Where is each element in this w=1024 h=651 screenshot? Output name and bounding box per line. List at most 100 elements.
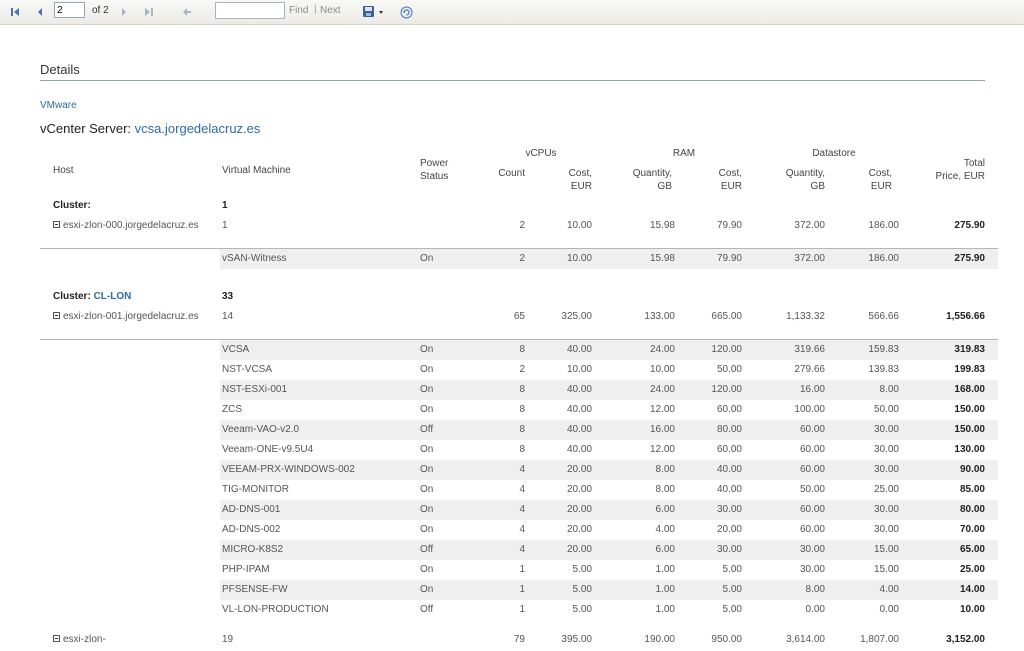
vm-name: MICRO-K8S2 (222, 544, 284, 555)
host-vm-count: 19 (222, 634, 234, 645)
next-page-icon[interactable] (117, 0, 131, 24)
vm-total: 80.00 (959, 504, 985, 515)
host-ds-cost: 566.66 (868, 311, 899, 322)
host-ds-cost: 186.00 (868, 220, 899, 231)
report-toolbar: of 2 Find | Next (0, 0, 1024, 25)
vcenter-link[interactable]: vcsa.jorgedelacruz.es (135, 121, 261, 136)
vm-name: Veeam-ONE-v9.5U4 (222, 444, 314, 455)
header-vcpus: vCPUs (525, 148, 557, 159)
host-ram-cost: 79.90 (716, 220, 742, 231)
find-next-link[interactable]: Next (320, 5, 341, 16)
vm-vcpu-cost: 40.00 (566, 424, 592, 435)
cluster-label: Cluster: CL-LON (53, 291, 131, 302)
header-total: Total Price, EUR (935, 158, 985, 182)
host-name: esxi-zlon-001.jorgedelacruz.es (63, 311, 199, 322)
header-ram: RAM (672, 148, 696, 159)
vm-total: 70.00 (959, 524, 985, 535)
vcenter-label: vCenter Server: (40, 121, 132, 136)
collapse-icon[interactable] (53, 635, 60, 642)
host-ds-cost: 1,807.00 (860, 634, 899, 645)
vm-total: 14.00 (959, 584, 985, 595)
vm-name: PHP-IPAM (222, 564, 270, 575)
vm-name: PFSENSE-FW (222, 584, 288, 595)
header-vcpu-cost: Cost, EUR (568, 168, 592, 192)
host-ds-qty: 372.00 (794, 220, 825, 231)
cluster-vm-count: 1 (222, 200, 228, 211)
vm-name: NST-VCSA (222, 364, 273, 375)
vm-total: 130.00 (954, 444, 985, 455)
refresh-icon[interactable] (398, 0, 414, 24)
vm-name: VL-LON-PRODUCTION (222, 604, 329, 615)
vm-ds-qty: 279.66 (794, 364, 825, 375)
prev-page-icon[interactable] (33, 0, 47, 24)
vm-ds-qty: 319.66 (794, 344, 825, 355)
vm-power-status: On (420, 484, 434, 495)
vm-vcpu-cost: 5.00 (572, 604, 592, 615)
toolbar-separator: | (314, 4, 317, 15)
host-cell: esxi-zlon-000.jorgedelacruz.es (53, 219, 213, 233)
vm-total: 319.83 (954, 344, 985, 355)
page-count-label: of 2 (92, 5, 109, 16)
host-vm-count: 1 (222, 220, 228, 231)
vm-ds-cost: 15.00 (873, 544, 899, 555)
vm-ram-cost: 79.90 (716, 253, 742, 264)
vm-power-status: On (420, 464, 434, 475)
collapse-icon[interactable] (53, 221, 60, 228)
host-vcpu-cost: 10.00 (566, 220, 592, 231)
vm-vcpu-cost: 40.00 (566, 384, 592, 395)
back-icon[interactable] (180, 0, 194, 24)
vm-ram-cost: 20.00 (716, 524, 742, 535)
vm-ds-cost: 30.00 (873, 424, 899, 435)
header-datastore: Datastore (812, 148, 856, 159)
vm-power-status: On (420, 344, 434, 355)
vm-ds-qty: 0.00 (805, 604, 825, 615)
vm-name: Veeam-VAO-v2.0 (222, 424, 300, 435)
vm-ram-cost: 30.00 (716, 504, 742, 515)
vm-ds-qty: 60.00 (799, 464, 825, 475)
host-vcpu-cost: 395.00 (561, 634, 592, 645)
vm-ds-qty: 8.00 (805, 584, 825, 595)
host-ds-qty: 3,614.00 (786, 634, 825, 645)
collapse-icon[interactable] (53, 312, 60, 319)
vm-ds-cost: 159.83 (868, 344, 899, 355)
vm-vcpu-cost: 40.00 (566, 404, 592, 415)
vm-total: 90.00 (959, 464, 985, 475)
vm-ds-qty: 30.00 (799, 544, 825, 555)
cluster-name-link[interactable]: CL-LON (94, 291, 132, 302)
host-vm-count: 14 (222, 311, 234, 322)
host-cell: esxi-zlon- (53, 633, 213, 647)
vm-name: VEEAM-PRX-WINDOWS-002 (222, 464, 355, 475)
host-ds-qty: 1,133.32 (786, 311, 825, 322)
export-icon[interactable] (360, 0, 388, 24)
vm-ds-qty: 372.00 (794, 253, 825, 264)
vm-ram-cost: 30.00 (716, 544, 742, 555)
vm-ram-cost: 5.00 (722, 584, 742, 595)
vm-power-status: On (420, 524, 434, 535)
vm-vcpu-cost: 40.00 (566, 344, 592, 355)
vm-vcpu-cost: 5.00 (572, 584, 592, 595)
host-total: 1,556.66 (946, 311, 985, 322)
host-name: esxi-zlon- (63, 634, 106, 645)
vm-ram-cost: 80.00 (716, 424, 742, 435)
vendor-link[interactable]: VMware (40, 100, 77, 111)
vm-ds-cost: 30.00 (873, 444, 899, 455)
vm-ds-cost: 30.00 (873, 504, 899, 515)
header-ram-cost: Cost, EUR (718, 168, 742, 192)
last-page-icon[interactable] (141, 0, 155, 24)
vm-power-status: Off (420, 544, 434, 555)
vcenter-heading: vCenter Server: vcsa.jorgedelacruz.es (40, 121, 260, 136)
vm-vcpu-cost: 5.00 (572, 564, 592, 575)
cluster-vm-count: 33 (222, 291, 234, 302)
find-link[interactable]: Find (289, 5, 308, 16)
page-number-input[interactable] (54, 2, 85, 18)
vm-ds-cost: 4.00 (879, 584, 899, 595)
find-input[interactable] (215, 2, 285, 19)
vm-vcpu-cost: 20.00 (566, 484, 592, 495)
vm-total: 199.83 (954, 364, 985, 375)
cluster-label-text: Cluster: (53, 200, 91, 211)
vm-total: 85.00 (959, 484, 985, 495)
cluster-label: Cluster: (53, 200, 91, 211)
vm-total: 65.00 (959, 544, 985, 555)
vm-vcpu-cost: 10.00 (566, 364, 592, 375)
first-page-icon[interactable] (8, 0, 22, 24)
